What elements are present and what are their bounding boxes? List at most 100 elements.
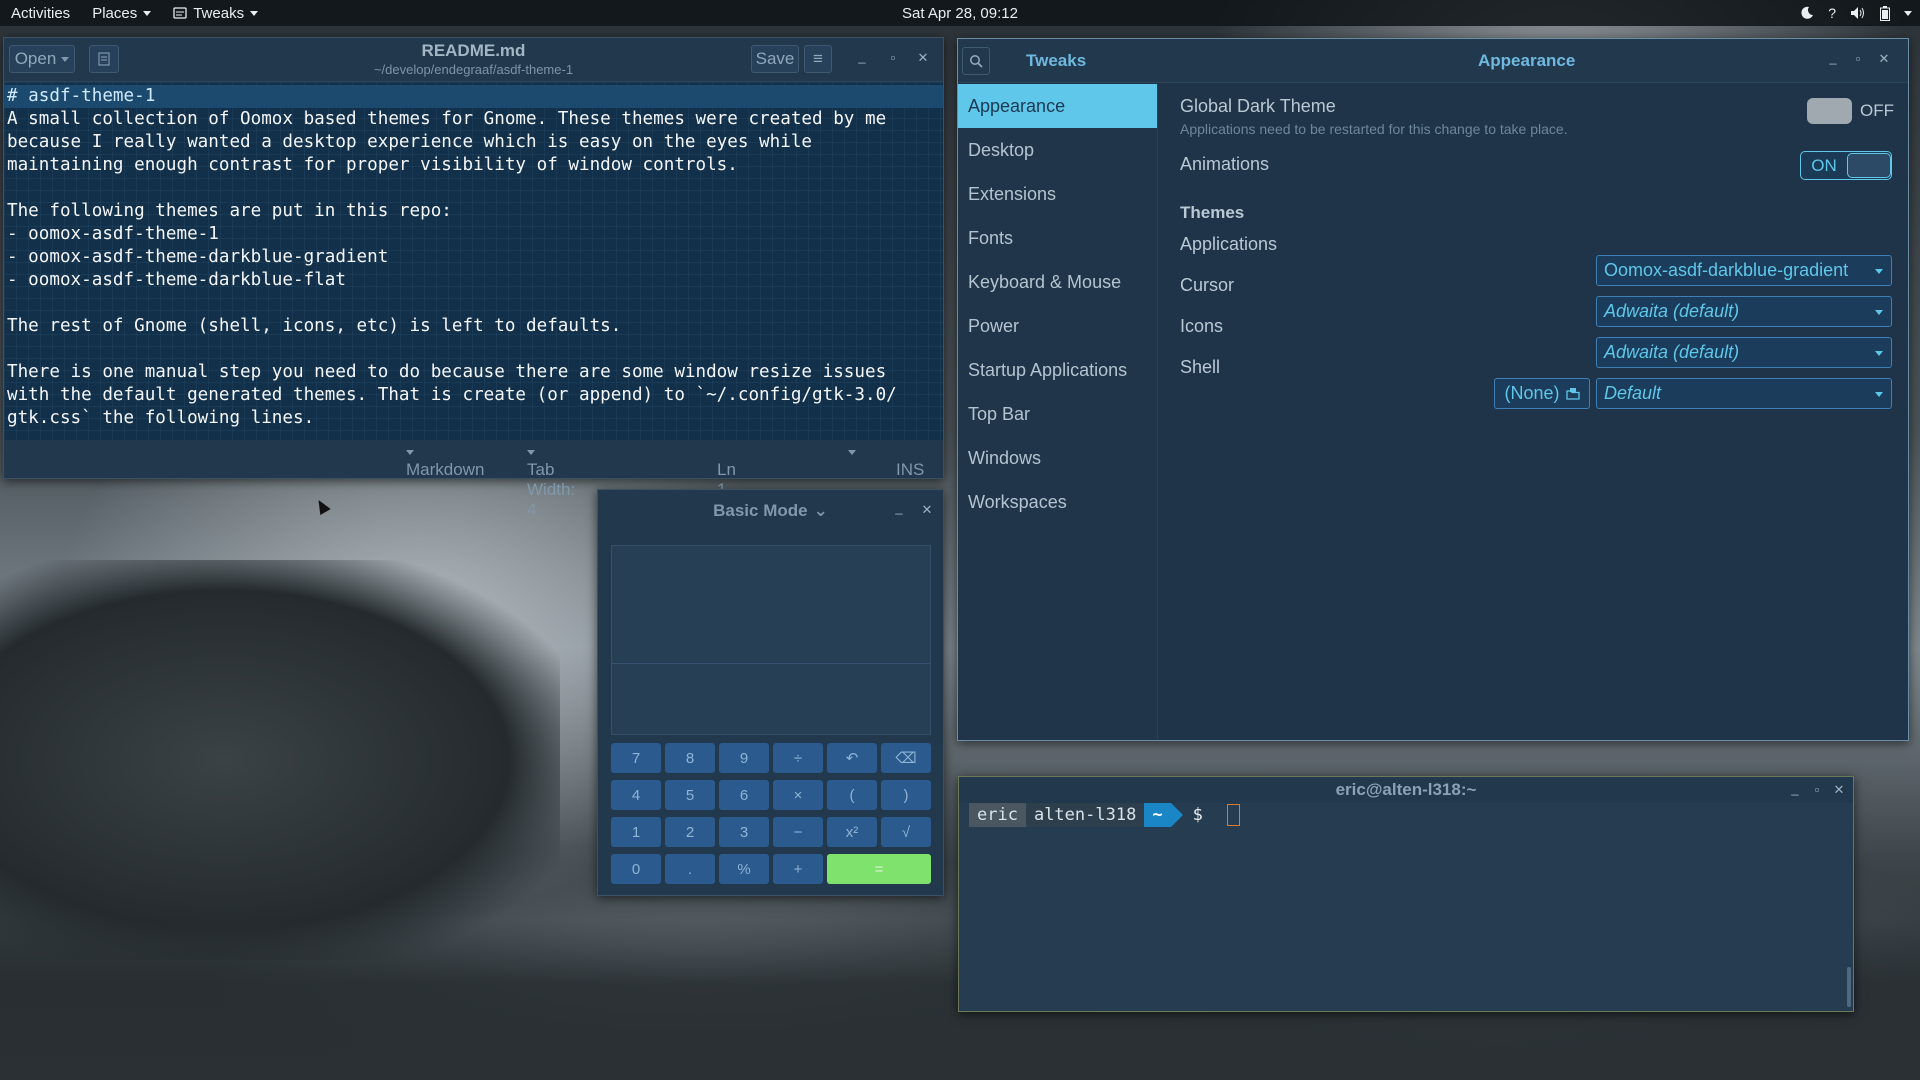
- editor-line[interactable]: maintaining enough contrast for proper v…: [4, 154, 943, 177]
- maximize-icon[interactable]: ▫: [882, 50, 904, 65]
- sidebar-item-workspaces[interactable]: Workspaces: [958, 480, 1157, 524]
- close-icon[interactable]: ✕: [916, 502, 938, 518]
- shell-theme-dropdown[interactable]: Default: [1596, 378, 1892, 409]
- key-0[interactable]: 0: [611, 854, 661, 884]
- new-document-button[interactable]: [89, 45, 119, 73]
- sidebar-item-top-bar[interactable]: Top Bar: [958, 392, 1157, 436]
- equals-key[interactable]: =: [827, 854, 931, 884]
- close-paren-key[interactable]: ): [881, 780, 931, 810]
- chevron-down-icon: [250, 10, 259, 16]
- activities-button[interactable]: Activities: [0, 5, 81, 22]
- editor-line[interactable]: gtk.css` the following lines.: [4, 407, 943, 430]
- editor-line[interactable]: - oomox-asdf-theme-darkblue-flat: [4, 269, 943, 292]
- editor-line[interactable]: [4, 338, 943, 361]
- minimize-icon[interactable]: _: [851, 49, 873, 64]
- editor-line[interactable]: There is one manual step you need to do …: [4, 361, 943, 384]
- sidebar-item-power[interactable]: Power: [958, 304, 1157, 348]
- terminal-scrollbar[interactable]: [1847, 967, 1851, 1007]
- key-6[interactable]: 6: [719, 780, 769, 810]
- system-status-area[interactable]: ?: [1800, 0, 1912, 26]
- language-selector[interactable]: Markdown: [406, 450, 484, 479]
- editor-line[interactable]: with the default generated themes. That …: [4, 384, 943, 407]
- activities-label: Activities: [11, 4, 71, 22]
- key-1[interactable]: 1: [611, 817, 661, 847]
- key-add[interactable]: +: [773, 854, 823, 884]
- decimal-point-key[interactable]: .: [665, 854, 715, 884]
- shell-theme-row: Shell (None) Default: [1180, 352, 1894, 409]
- shell-prompt[interactable]: eric alten-l318 ~ $: [969, 803, 1240, 827]
- mode-selector[interactable]: Basic Mode ⌄: [713, 501, 828, 521]
- global-dark-theme-switch[interactable]: OFF: [1807, 98, 1894, 124]
- sidebar-item-keyboard-mouse[interactable]: Keyboard & Mouse: [958, 260, 1157, 304]
- search-button[interactable]: [962, 47, 990, 75]
- key-divide[interactable]: ÷: [773, 743, 823, 773]
- document-title: README.md: [421, 41, 526, 60]
- switch-knob: [1807, 98, 1852, 124]
- open-button[interactable]: Open: [9, 45, 75, 73]
- calculator-keypad: 7 8 9 ÷ ↶ ⌫ 4 5 6 ×() 1 2 3− x² √ 0.% + =: [611, 743, 931, 884]
- calculator-header-bar: Basic Mode ⌄ _ ✕: [598, 490, 943, 532]
- backspace-key[interactable]: ⌫: [881, 743, 931, 773]
- key-8[interactable]: 8: [665, 743, 715, 773]
- close-icon[interactable]: ✕: [1873, 51, 1895, 67]
- sidebar-item-extensions[interactable]: Extensions: [958, 172, 1157, 216]
- places-menu[interactable]: Places: [81, 5, 162, 22]
- square-root-key[interactable]: √: [881, 817, 931, 847]
- key-multiply[interactable]: ×: [773, 780, 823, 810]
- key-2[interactable]: 2: [665, 817, 715, 847]
- shell-theme-value: Default: [1604, 383, 1662, 403]
- chevron-down-icon: [143, 10, 152, 16]
- minimize-icon[interactable]: _: [888, 500, 910, 515]
- editor-line[interactable]: - oomox-asdf-theme-darkblue-gradient: [4, 246, 943, 269]
- clock[interactable]: Sat Apr 28, 09:12: [891, 5, 1029, 22]
- prompt-directory: ~: [1144, 803, 1183, 827]
- close-icon[interactable]: ✕: [912, 50, 934, 66]
- position-menu[interactable]: [848, 450, 856, 455]
- sidebar-item-desktop[interactable]: Desktop: [958, 128, 1157, 172]
- maximize-icon[interactable]: ▫: [1847, 51, 1869, 66]
- editor-line[interactable]: because I really wanted a desktop experi…: [4, 131, 943, 154]
- maximize-icon[interactable]: ▫: [1806, 782, 1828, 797]
- close-icon[interactable]: ✕: [1828, 782, 1850, 798]
- sidebar-item-fonts[interactable]: Fonts: [958, 216, 1157, 260]
- editor-line[interactable]: # asdf-theme-1: [4, 85, 943, 108]
- save-label: Save: [755, 49, 795, 68]
- key-9[interactable]: 9: [719, 743, 769, 773]
- icons-theme-label: Icons: [1180, 316, 1224, 336]
- text-editor-area[interactable]: # asdf-theme-1 A small collection of Oomo…: [4, 82, 943, 440]
- key-4[interactable]: 4: [611, 780, 661, 810]
- sidebar-item-windows[interactable]: Windows: [958, 436, 1157, 480]
- editor-line[interactable]: - oomox-asdf-theme-1: [4, 223, 943, 246]
- calculator-display[interactable]: [611, 545, 931, 735]
- percent-key[interactable]: %: [719, 854, 769, 884]
- editor-line[interactable]: The rest of Gnome (shell, icons, etc) is…: [4, 315, 943, 338]
- animations-switch[interactable]: ON: [1800, 151, 1892, 180]
- key-7[interactable]: 7: [611, 743, 661, 773]
- shell-theme-file-button[interactable]: (None): [1494, 378, 1590, 409]
- open-paren-key[interactable]: (: [827, 780, 877, 810]
- editor-line[interactable]: [4, 177, 943, 200]
- wallpaper-rock: [0, 560, 560, 960]
- key-5[interactable]: 5: [665, 780, 715, 810]
- sidebar-item-startup-applications[interactable]: Startup Applications: [958, 348, 1157, 392]
- tweaks-app-icon: [173, 7, 187, 19]
- editor-line[interactable]: A small collection of Oomox based themes…: [4, 108, 943, 131]
- minimize-icon[interactable]: _: [1822, 50, 1844, 65]
- chevron-down-icon: [1875, 392, 1883, 397]
- insert-mode-label: INS: [896, 460, 925, 479]
- sidebar-item-appearance[interactable]: Appearance: [958, 84, 1157, 128]
- animations-label: Animations: [1180, 154, 1270, 174]
- key-3[interactable]: 3: [719, 817, 769, 847]
- undo-key[interactable]: ↶: [827, 743, 877, 773]
- editor-line[interactable]: The following themes are put in this rep…: [4, 200, 943, 223]
- tab-width-selector[interactable]: Tab Width: 4: [527, 450, 575, 519]
- editor-line[interactable]: [4, 292, 943, 315]
- app-menu[interactable]: Tweaks: [162, 5, 269, 22]
- square-key[interactable]: x²: [827, 817, 877, 847]
- prompt-host: alten-l318: [1025, 803, 1145, 827]
- save-button[interactable]: Save: [751, 45, 799, 73]
- minimize-icon[interactable]: _: [1784, 781, 1806, 796]
- hamburger-menu-button[interactable]: ≡: [804, 45, 832, 73]
- key-subtract[interactable]: −: [773, 817, 823, 847]
- battery-icon: [1880, 5, 1890, 21]
